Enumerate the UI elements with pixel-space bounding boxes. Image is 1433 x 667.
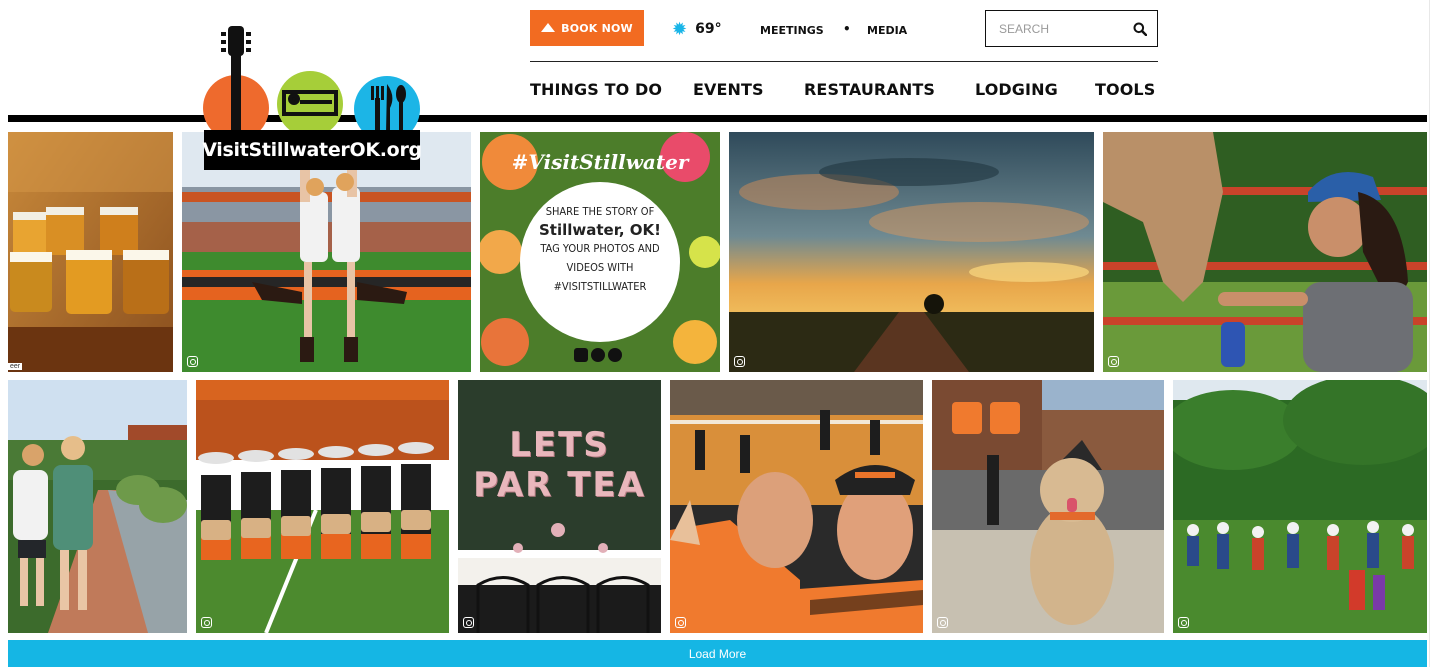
nav-lodging[interactable]: LODGING xyxy=(975,80,1058,99)
balloon-line-1: LETS xyxy=(509,425,610,465)
promo-line-3: TAG YOUR PHOTOS AND xyxy=(540,242,660,255)
photo-credit-label: eer xyxy=(8,363,23,370)
instagram-icon xyxy=(937,617,948,628)
mountain-icon xyxy=(541,22,556,32)
instagram-icon xyxy=(675,617,686,628)
balloon-text: LETS PAR TEA xyxy=(458,425,661,505)
promo-social-icons xyxy=(574,348,622,362)
feed-photo-beer-flight[interactable]: eer xyxy=(8,132,173,372)
facebook-icon xyxy=(591,348,605,362)
link-separator: • xyxy=(843,22,851,36)
instagram-icon xyxy=(1108,356,1119,367)
promo-line-2: Stillwater, OK! xyxy=(538,221,662,239)
search-input[interactable] xyxy=(986,11,1126,46)
promo-line-5: #VISITSTILLWATER xyxy=(553,280,647,293)
instagram-icon xyxy=(734,356,745,367)
instagram-icon xyxy=(463,617,474,628)
media-link[interactable]: MEDIA xyxy=(867,24,907,37)
nav-things-to-do[interactable]: THINGS TO DO xyxy=(530,80,662,99)
load-more-button[interactable]: Load More xyxy=(8,640,1427,667)
feed-photo-two-girls[interactable] xyxy=(8,380,187,633)
instagram-icon xyxy=(1178,617,1189,628)
feed-photo-park-crowd[interactable] xyxy=(1173,380,1427,633)
site-logo[interactable]: VisitStillwaterOK.org xyxy=(200,26,424,176)
feed-photo-drumline[interactable] xyxy=(196,380,449,633)
weather-widget[interactable]: ✹ 69° xyxy=(672,18,722,40)
nav-restaurants[interactable]: RESTAURANTS xyxy=(804,80,935,99)
promo-line-4: VIDEOS WITH xyxy=(566,261,634,274)
header-divider xyxy=(530,61,1158,62)
instagram-icon xyxy=(574,348,588,362)
promo-text: SHARE THE STORY OF Stillwater, OK! TAG Y… xyxy=(520,202,680,296)
feed-photo-basketball-selfie[interactable] xyxy=(670,380,923,633)
instagram-icon xyxy=(187,356,198,367)
balloon-line-2: PAR TEA xyxy=(473,465,646,505)
promo-hashtag: #VisitStillwater xyxy=(511,150,689,174)
search-icon[interactable] xyxy=(1126,11,1154,46)
nav-tools[interactable]: TOOLS xyxy=(1095,80,1155,99)
sun-icon: ✹ xyxy=(672,19,688,39)
temperature: 69° xyxy=(695,21,722,37)
search-box xyxy=(985,10,1158,47)
feed-photo-dog[interactable] xyxy=(932,380,1164,633)
instagram-icon xyxy=(201,617,212,628)
feed-photo-camel-girl[interactable] xyxy=(1103,132,1427,372)
promo-line-1: SHARE THE STORY OF xyxy=(545,205,655,218)
twitter-icon xyxy=(608,348,622,362)
logo-text: VisitStillwaterOK.org xyxy=(202,130,422,170)
feed-promo-tile[interactable]: #VisitStillwater SHARE THE STORY OF Stil… xyxy=(480,132,720,372)
nav-events[interactable]: EVENTS xyxy=(693,80,764,99)
book-now-button[interactable]: BOOK NOW xyxy=(530,10,644,46)
book-now-label: BOOK NOW xyxy=(561,21,633,35)
feed-photo-par-tea[interactable]: LETS PAR TEA xyxy=(458,380,661,633)
fork-knife-spoon-icon xyxy=(371,84,406,134)
meetings-link[interactable]: MEETINGS xyxy=(760,24,824,37)
page-scroll-edge xyxy=(1429,0,1430,667)
feed-photo-sunset-road[interactable] xyxy=(729,132,1094,372)
